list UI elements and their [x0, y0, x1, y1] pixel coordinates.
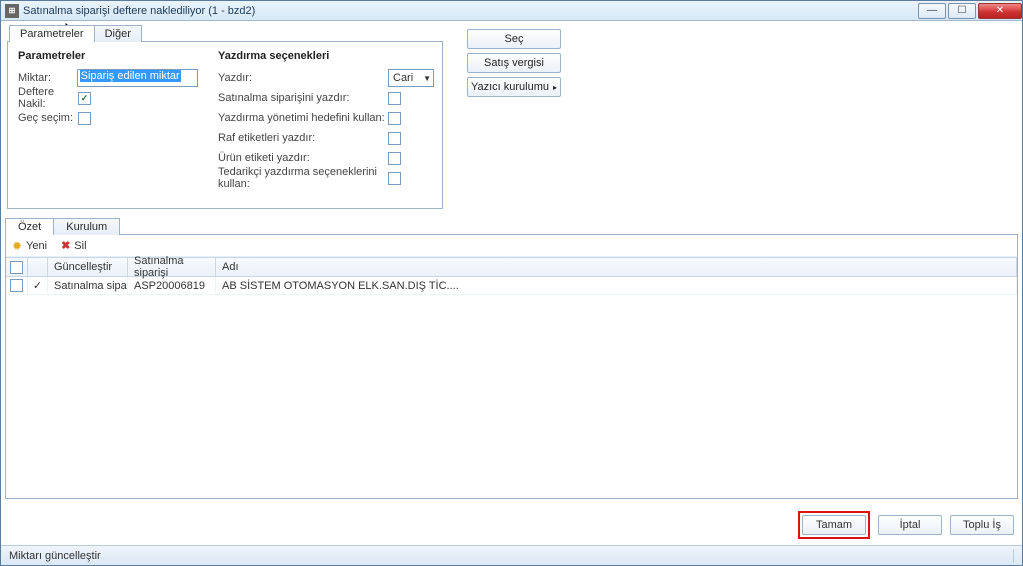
shelf-label: Raf etiketleri yazdır:	[218, 132, 388, 144]
params-heading: Parametreler	[18, 50, 198, 62]
tamam-highlight: Tamam	[798, 511, 870, 539]
status-text: Miktarı güncelleştir	[9, 550, 101, 562]
row-adi: AB SİSTEM OTOMASYON ELK.SAN.DIŞ TİC....	[216, 277, 1017, 294]
col-guncelle[interactable]: Güncelleştir	[48, 258, 128, 276]
miktar-label: Miktar:	[18, 72, 77, 84]
toplu-is-button[interactable]: Toplu İş	[950, 515, 1014, 535]
row-guncelle: Satınalma sipa...	[48, 277, 128, 294]
gec-label: Geç seçim:	[18, 112, 78, 124]
status-separator	[1013, 549, 1014, 563]
deftere-checkbox[interactable]	[78, 92, 91, 105]
tamam-button[interactable]: Tamam	[802, 515, 866, 535]
grid-header: Güncelleştir Satınalma siparişi Adı	[6, 257, 1017, 277]
sec-button[interactable]: Seç	[467, 29, 561, 49]
tab-diger[interactable]: Diğer	[94, 25, 142, 42]
maximize-button[interactable]: ☐	[948, 3, 976, 19]
star-icon: ✹	[12, 239, 22, 253]
gec-checkbox[interactable]	[78, 112, 91, 125]
tab-ozet[interactable]: Özet	[5, 218, 54, 235]
print-po-checkbox[interactable]	[388, 92, 401, 105]
tab-parametreler[interactable]: Parametreler	[9, 25, 95, 42]
row-checkbox[interactable]	[10, 279, 23, 292]
params-panel: Parametreler Miktar: Sipariş edilen mikt…	[7, 41, 443, 209]
miktar-input[interactable]: Sipariş edilen miktar	[77, 69, 198, 87]
row-check-icon: ✓	[28, 277, 48, 294]
close-button[interactable]: ✕	[978, 3, 1022, 19]
iptal-button[interactable]: İptal	[878, 515, 942, 535]
minimize-button[interactable]: —	[918, 3, 946, 19]
chevron-down-icon: ▼	[423, 74, 431, 83]
print-heading: Yazdırma seçenekleri	[218, 50, 434, 62]
yazici-kurulumu-button[interactable]: Yazıcı kurulumu▸	[467, 77, 561, 97]
col-adi[interactable]: Adı	[216, 258, 1017, 276]
yazdir-select[interactable]: Cari▼	[388, 69, 434, 87]
yazdir-label: Yazdır:	[218, 72, 388, 84]
sil-button[interactable]: ✖Sil	[61, 239, 86, 252]
chevron-right-icon: ▸	[553, 83, 557, 92]
tab-kurulum[interactable]: Kurulum	[53, 218, 120, 235]
vendor-checkbox[interactable]	[388, 172, 401, 185]
app-icon: ⊞	[5, 4, 19, 18]
deftere-label: Deftere Nakil:	[18, 86, 78, 110]
shelf-checkbox[interactable]	[388, 132, 401, 145]
yeni-button[interactable]: ✹Yeni	[12, 239, 47, 253]
col-po[interactable]: Satınalma siparişi	[128, 258, 216, 276]
print-mgmt-label: Yazdırma yönetimi hedefini kullan:	[218, 112, 388, 124]
vendor-label: Tedarikçi yazdırma seçeneklerini kullan:	[218, 166, 388, 190]
table-row[interactable]: ✓ Satınalma sipa... ASP20006819 AB SİSTE…	[6, 277, 1017, 295]
print-po-label: Satınalma siparişini yazdır:	[218, 92, 388, 104]
row-po: ASP20006819	[128, 277, 216, 294]
product-checkbox[interactable]	[388, 152, 401, 165]
satis-vergisi-button[interactable]: Satış vergisi	[467, 53, 561, 73]
print-mgmt-checkbox[interactable]	[388, 112, 401, 125]
window-title: Satınalma siparişi deftere naklediliyor …	[23, 5, 916, 17]
x-icon: ✖	[61, 239, 70, 252]
product-label: Ürün etiketi yazdır:	[218, 152, 388, 164]
select-all-checkbox[interactable]	[10, 261, 23, 274]
